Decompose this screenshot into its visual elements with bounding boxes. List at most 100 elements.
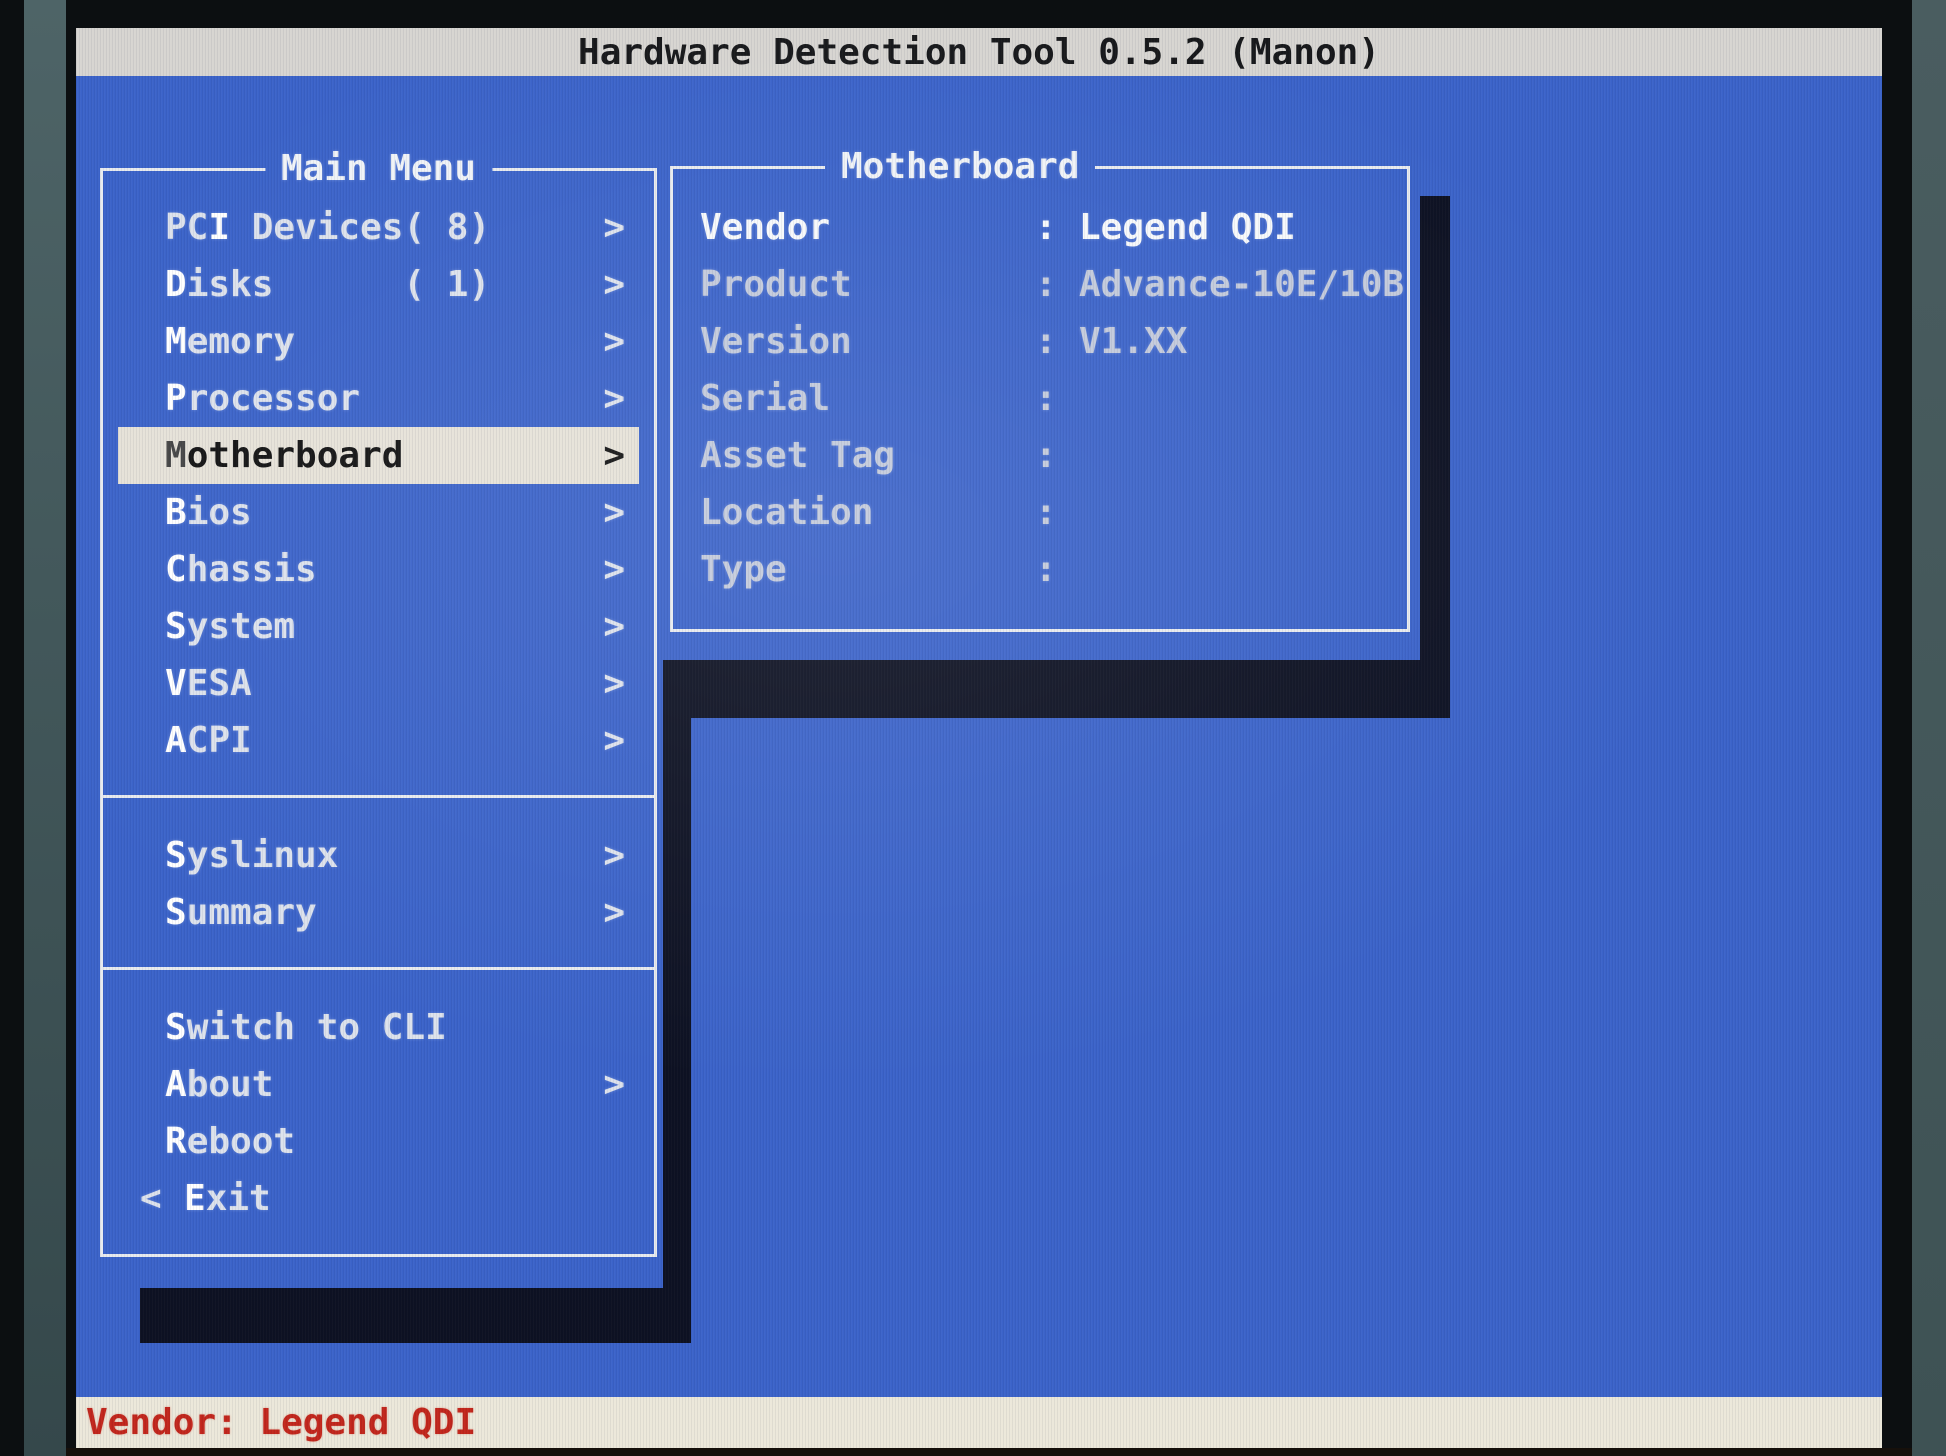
info-colon: : — [1035, 484, 1057, 541]
menu-item-label: PCI Devices( 8) — [165, 199, 601, 256]
info-colon: : — [1035, 313, 1057, 370]
back-arrow-icon: < — [140, 1170, 184, 1227]
menu-item-vesa[interactable]: VESA> — [118, 655, 639, 712]
menu-item-label: Summary — [165, 884, 601, 941]
menu-item-label: Syslinux — [165, 827, 601, 884]
info-value: Legend QDI — [1079, 199, 1296, 256]
submenu-arrow-icon: > — [601, 655, 625, 712]
menu-item-about[interactable]: About> — [118, 1056, 639, 1113]
menu-item-label: Reboot — [165, 1113, 625, 1170]
bezel-bottom — [66, 1448, 1912, 1456]
motherboard-panel-title: Motherboard — [825, 144, 1095, 190]
info-label: Product — [700, 256, 1035, 313]
info-row-serial: Serial: — [700, 370, 1407, 427]
info-colon: : — [1035, 541, 1057, 598]
menu-item-label: Switch to CLI — [165, 999, 625, 1056]
motherboard-panel: Motherboard Vendor:Legend QDIProduct:Adv… — [670, 166, 1410, 632]
submenu-arrow-icon: > — [601, 598, 625, 655]
submenu-arrow-icon: > — [601, 1056, 625, 1113]
hotkey-letter: R — [165, 1121, 187, 1162]
info-row-version: Version:V1.XX — [700, 313, 1407, 370]
info-colon: : — [1035, 370, 1057, 427]
submenu-arrow-icon: > — [601, 256, 625, 313]
info-label: Type — [700, 541, 1035, 598]
hotkey-letter: S — [165, 835, 187, 876]
info-label: Asset Tag — [700, 427, 1035, 484]
info-colon: : — [1035, 256, 1057, 313]
info-row-location: Location: — [700, 484, 1407, 541]
menu-item-motherboard[interactable]: Motherboard> — [118, 427, 639, 484]
info-row-asset-tag: Asset Tag: — [700, 427, 1407, 484]
menu-item-label: Chassis — [165, 541, 601, 598]
menu-item-label: Memory — [165, 313, 601, 370]
menu-item-bios[interactable]: Bios> — [118, 484, 639, 541]
menu-item-system[interactable]: System> — [118, 598, 639, 655]
status-text: Vendor: Legend QDI — [86, 1402, 476, 1443]
menu-item-switch-to-cli[interactable]: Switch to CLI — [118, 999, 639, 1056]
submenu-arrow-icon: > — [601, 484, 625, 541]
menu-item-label: About — [165, 1056, 601, 1113]
submenu-arrow-icon: > — [601, 884, 625, 941]
submenu-arrow-icon: > — [601, 427, 625, 484]
info-row-vendor: Vendor:Legend QDI — [700, 199, 1407, 256]
hotkey-letter: M — [165, 321, 187, 362]
info-colon: : — [1035, 427, 1057, 484]
bezel-left — [24, 0, 66, 1456]
menu-item-disks[interactable]: Disks ( 1)> — [118, 256, 639, 313]
menu-item-label: Motherboard — [165, 427, 601, 484]
submenu-arrow-icon: > — [601, 313, 625, 370]
info-label: Serial — [700, 370, 1035, 427]
menu-item-summary[interactable]: Summary> — [118, 884, 639, 941]
menu-item-syslinux[interactable]: Syslinux> — [118, 827, 639, 884]
app-title: Hardware Detection Tool 0.5.2 (Manon) — [578, 32, 1380, 73]
info-row-product: Product: Advance-10E/10B — [700, 256, 1407, 313]
submenu-arrow-icon: > — [601, 541, 625, 598]
info-label: Vendor — [700, 199, 1035, 256]
main-menu-title: Main Menu — [265, 146, 492, 192]
info-row-type: Type: — [700, 541, 1407, 598]
hotkey-letter: E — [184, 1178, 206, 1219]
hotkey-letter: M — [165, 435, 187, 476]
desktop: Main Menu PCI Devices( 8)>Disks ( 1)>Mem… — [76, 76, 1882, 1397]
menu-item-chassis[interactable]: Chassis> — [118, 541, 639, 598]
info-value: V1.XX — [1079, 313, 1187, 370]
hotkey-letter: A — [165, 1064, 187, 1105]
hotkey-letter: B — [165, 492, 187, 533]
menu-item-memory[interactable]: Memory> — [118, 313, 639, 370]
motherboard-info-list: Vendor:Legend QDIProduct:Advance-10E/10B… — [673, 169, 1407, 598]
menu-item-processor[interactable]: Processor> — [118, 370, 639, 427]
hotkey-letter: S — [165, 606, 187, 647]
screen: Hardware Detection Tool 0.5.2 (Manon) Ma… — [76, 28, 1882, 1448]
menu-shadow-right — [663, 718, 691, 1343]
main-menu-list: PCI Devices( 8)>Disks ( 1)>Memory>Proces… — [103, 171, 654, 1227]
menu-item-exit[interactable]: <Exit — [118, 1170, 639, 1227]
bezel-right — [1912, 0, 1946, 1456]
hotkey-letter: A — [165, 720, 187, 761]
info-label: Location — [700, 484, 1035, 541]
panel-shadow-bottom — [663, 660, 1450, 718]
menu-item-acpi[interactable]: ACPI> — [118, 712, 639, 769]
hotkey-letter: D — [165, 264, 187, 305]
submenu-arrow-icon: > — [601, 370, 625, 427]
submenu-arrow-icon: > — [601, 199, 625, 256]
hotkey-letter: C — [165, 549, 187, 590]
status-bar: Vendor: Legend QDI — [76, 1397, 1882, 1448]
menu-separator — [103, 795, 654, 798]
menu-separator — [103, 967, 654, 970]
menu-item-label: System — [165, 598, 601, 655]
submenu-arrow-icon: > — [601, 827, 625, 884]
menu-item-reboot[interactable]: Reboot — [118, 1113, 639, 1170]
menu-item-label: VESA — [165, 655, 601, 712]
menu-shadow-bottom — [140, 1288, 691, 1343]
hotkey-letter: I — [208, 207, 230, 248]
hotkey-letter: S — [165, 892, 187, 933]
hotkey-letter: P — [165, 378, 187, 419]
menu-item-label: ACPI — [165, 712, 601, 769]
info-value: Advance-10E/10B — [1079, 256, 1404, 313]
menu-item-pci-devices[interactable]: PCI Devices( 8)> — [118, 199, 639, 256]
main-menu-panel: Main Menu PCI Devices( 8)>Disks ( 1)>Mem… — [100, 168, 657, 1257]
submenu-arrow-icon: > — [601, 712, 625, 769]
panel-shadow-right — [1420, 196, 1450, 718]
menu-item-label: Bios — [165, 484, 601, 541]
monitor-bezel: Hardware Detection Tool 0.5.2 (Manon) Ma… — [0, 0, 1946, 1456]
